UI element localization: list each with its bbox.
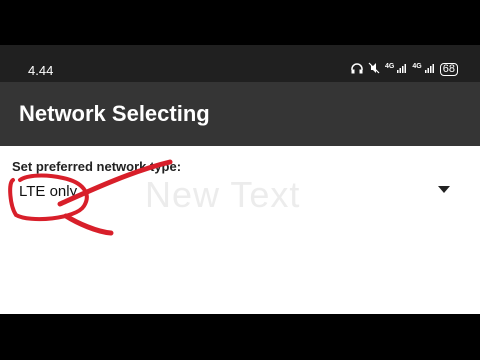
- signal-4g-1-icon: 4G: [385, 63, 407, 76]
- status-time: 4.44: [28, 63, 54, 78]
- phone-screen: 4.44 4G 4G 68 Network Selecting Set pref…: [0, 0, 480, 360]
- signal-2-label: 4G: [412, 63, 422, 70]
- battery-icon: 68: [439, 63, 458, 76]
- headphones-icon: [351, 62, 363, 77]
- dropdown-arrow-icon[interactable]: [438, 186, 450, 193]
- status-bar: 4.44 4G 4G 68: [0, 45, 480, 82]
- settings-content: Set preferred network type: LTE only New…: [0, 146, 480, 314]
- status-icons: 4G 4G 68: [351, 62, 458, 77]
- watermark-overlay-text: New Text: [145, 174, 301, 215]
- network-type-value: LTE only: [19, 183, 78, 200]
- signal-4g-2-icon: 4G: [412, 63, 434, 76]
- app-bar: Network Selecting: [0, 82, 480, 146]
- bottom-letterbox: [0, 314, 480, 360]
- network-type-label: Set preferred network type:: [12, 159, 182, 174]
- top-letterbox: [0, 0, 480, 45]
- signal-1-label: 4G: [384, 63, 395, 70]
- page-title: Network Selecting: [19, 101, 210, 126]
- mute-icon: [368, 62, 380, 77]
